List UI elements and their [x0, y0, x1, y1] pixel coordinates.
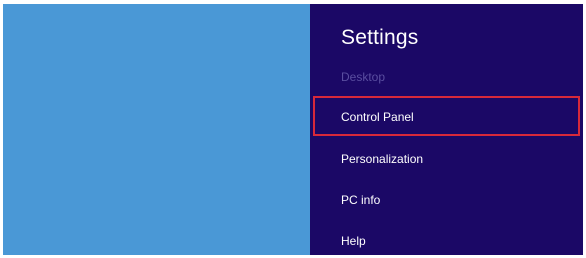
menu-item-desktop: Desktop	[341, 70, 386, 84]
panel-title: Settings	[341, 26, 419, 49]
menu-item-help[interactable]: Help	[341, 234, 366, 248]
menu-item-pc-info[interactable]: PC info	[341, 193, 380, 207]
menu-item-personalization[interactable]: Personalization	[341, 152, 423, 166]
control-panel-highlight-box	[313, 96, 580, 136]
desktop-background[interactable]	[3, 4, 310, 255]
screenshot-frame: Settings Desktop Control Panel Personali…	[3, 4, 583, 255]
